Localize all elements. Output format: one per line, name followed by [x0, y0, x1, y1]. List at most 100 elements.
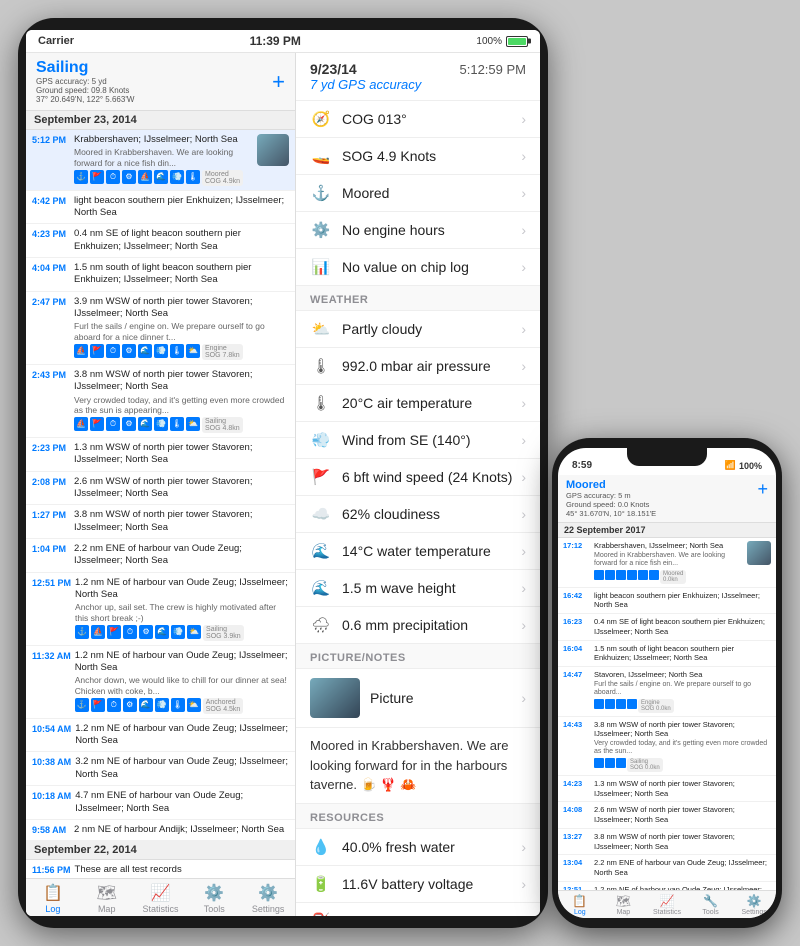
chevron-icon: › [521, 543, 526, 559]
log-item[interactable]: 10:54 AM 1.2 nm NE of harbour van Oude Z… [26, 719, 295, 753]
phone-log-item[interactable]: 12:51 1.2 nm NE of harbour van Oude Zeug… [558, 882, 776, 890]
tab-statistics[interactable]: 📈 Statistics [134, 883, 188, 914]
chevron-icon: › [521, 259, 526, 275]
sog-row[interactable]: 🚤 SOG 4.9 Knots › [296, 138, 540, 175]
phone-day-header: 22 September 2017 [558, 523, 776, 538]
phone-log-title: light beacon southern pier Enkhuizen; IJ… [594, 591, 771, 611]
cog-row[interactable]: 🧭 COG 013° › [296, 101, 540, 138]
log-item[interactable]: 2:47 PM 3.9 nm WSW of north pier tower S… [26, 292, 295, 365]
weather-wind-speed[interactable]: 🚩 6 bft wind speed (24 Knots) › [296, 459, 540, 496]
phone-log-item[interactable]: 14:23 1.3 nm WSW of north pier tower Sta… [558, 776, 776, 803]
log-item[interactable]: 5:12 PM Krabbershaven; IJsselmeer; North… [26, 130, 295, 191]
phone-log-time: 16:04 [563, 644, 591, 653]
log-item[interactable]: 9:58 AM 2 nm NE of harbour Andijk; IJsse… [26, 820, 295, 841]
battery-percentage: 100% [476, 36, 502, 47]
log-time: 11:56 PM [32, 865, 71, 875]
log-item[interactable]: 4:04 PM 1.5 nm south of light beacon sou… [26, 258, 295, 292]
chiplog-row-left: 📊 No value on chip log [310, 258, 469, 276]
wifi-icon: 📶 [725, 460, 736, 471]
phone-log-item[interactable]: 17:12 Krabbershaven, IJsselmeer; North S… [558, 538, 776, 588]
fuel-icon: ⛽ [310, 912, 332, 917]
fresh-water-icon: 💧 [310, 838, 332, 856]
tab-map[interactable]: 🗺 Map [80, 883, 134, 914]
tab-settings[interactable]: ⚙️ Settings [241, 883, 295, 914]
weather-partly-cloudy[interactable]: ⛅ Partly cloudy › [296, 311, 540, 348]
phone-add-button[interactable]: + [757, 479, 768, 500]
log-icon-engine: ⚙ [122, 170, 136, 184]
weather-cloudiness[interactable]: ☁️ 62% cloudiness › [296, 496, 540, 533]
log-content: light beacon southern pier Enkhuizen; IJ… [74, 195, 289, 220]
tab-log[interactable]: 📋 Log [26, 883, 80, 914]
phone-tab-settings[interactable]: ⚙️ Settings [732, 894, 776, 916]
phone-log-item[interactable]: 16:23 0.4 nm SE of light beacon southern… [558, 614, 776, 641]
app-title: Sailing [36, 59, 134, 77]
chiplog-row[interactable]: 📊 No value on chip log › [296, 249, 540, 286]
weather-precipitation[interactable]: 🌧 0.6 mm precipitation › [296, 607, 540, 644]
phone-battery: 100% [739, 461, 762, 471]
weather-row-left: 🌧 0.6 mm precipitation [310, 616, 468, 634]
tablet-screen: Carrier 11:39 PM 100% Sailing GPS accura… [26, 30, 540, 916]
log-item[interactable]: 4:42 PM light beacon southern pier Enkhu… [26, 191, 295, 225]
phone-icon [594, 570, 604, 580]
resource-battery[interactable]: 🔋 11.6V battery voltage › [296, 866, 540, 903]
cog-row-left: 🧭 COG 013° [310, 110, 407, 128]
log-icon: 🌊 [139, 698, 153, 712]
weather-air-temp[interactable]: 🌡 20°C air temperature › [296, 385, 540, 422]
phone-log-item[interactable]: 16:42 light beacon southern pier Enkhuiz… [558, 588, 776, 615]
engine-row[interactable]: ⚙️ No engine hours › [296, 212, 540, 249]
phone-status-right: 📶 100% [725, 460, 762, 471]
phone-log-title: 0.4 nm SE of light beacon southern pier … [594, 617, 771, 637]
log-item[interactable]: 1:04 PM 2.2 nm ENE of harbour van Oude Z… [26, 539, 295, 573]
phone-log-icons: EngineSOG 0.0kn [594, 699, 771, 713]
phone-tab-tools[interactable]: 🔧 Tools [689, 894, 733, 916]
log-item[interactable]: 10:38 AM 3.2 nm NE of harbour van Oude Z… [26, 752, 295, 786]
resource-fresh-water[interactable]: 💧 40.0% fresh water › [296, 829, 540, 866]
phone-log-item[interactable]: 16:04 1.5 nm south of light beacon south… [558, 641, 776, 668]
phone-log-item[interactable]: 14:47 Stavoren, IJsselmeer; North Sea Fu… [558, 667, 776, 717]
log-title: 2.2 nm ENE of harbour van Oude Zeug; IJs… [74, 543, 289, 568]
log-icon: ⏱ [106, 344, 120, 358]
phone-tab-statistics[interactable]: 📈 Statistics [645, 894, 689, 916]
weather-wave-height[interactable]: 🌊 1.5 m wave height › [296, 570, 540, 607]
moored-row[interactable]: ⚓ Moored › [296, 175, 540, 212]
chevron-icon: › [521, 185, 526, 201]
phone-icon [627, 699, 637, 709]
weather-air-pressure[interactable]: 🌡 992.0 mbar air pressure › [296, 348, 540, 385]
phone-log-item[interactable]: 13:04 2.2 nm ENE of harbour van Oude Zeu… [558, 855, 776, 882]
log-item[interactable]: 1:27 PM 3.8 nm WSW of north pier tower S… [26, 505, 295, 539]
log-item[interactable]: 11:32 AM 1.2 nm NE of harbour van Oude Z… [26, 646, 295, 719]
phone-tools-tab-icon: 🔧 [703, 894, 718, 908]
log-item[interactable]: 10:18 AM 4.7 nm ENE of harbour van Oude … [26, 786, 295, 820]
log-item[interactable]: 2:08 PM 2.6 nm WSW of north pier tower S… [26, 472, 295, 506]
log-time: 12:51 PM [32, 578, 71, 588]
weather-wind-dir[interactable]: 💨 Wind from SE (140°) › [296, 422, 540, 459]
phone-gps3: 45° 31.670'N, 10° 18.151'E [566, 509, 656, 518]
picture-row[interactable]: Picture › [296, 669, 540, 728]
weather-water-temp[interactable]: 🌊 14°C water temperature › [296, 533, 540, 570]
air-temp-label: 20°C air temperature [342, 395, 472, 411]
log-title: 1.5 nm south of light beacon southern pi… [74, 262, 289, 287]
log-item[interactable]: 2:23 PM 1.3 nm WSW of north pier tower S… [26, 438, 295, 472]
weather-row-left: ⛅ Partly cloudy [310, 320, 422, 338]
phone-icon [616, 699, 626, 709]
log-item[interactable]: 4:23 PM 0.4 nm SE of light beacon southe… [26, 224, 295, 258]
log-icon: ⛵ [91, 625, 105, 639]
tab-tools[interactable]: ⚙️ Tools [187, 883, 241, 914]
sog-row-left: 🚤 SOG 4.9 Knots [310, 147, 436, 165]
phone-tab-map[interactable]: 🗺 Map [602, 894, 646, 916]
phone-tab-log[interactable]: 📋 Log [558, 894, 602, 916]
resources-section-header: RESOURCES [296, 804, 540, 829]
phone-icon [605, 699, 615, 709]
phone-log-item[interactable]: 13:27 3.8 nm WSW of north pier tower Sta… [558, 829, 776, 856]
log-item[interactable]: 11:56 PM These are all test records [26, 860, 295, 878]
resource-fuel[interactable]: ⛽ 40.0% fuel › [296, 903, 540, 917]
phone-log-item[interactable]: 14:43 3.8 nm WSW of north pier tower Sta… [558, 717, 776, 776]
log-icon: ⏱ [123, 625, 137, 639]
log-item[interactable]: 12:51 PM 1.2 nm NE of harbour van Oude Z… [26, 573, 295, 646]
moored-row-left: ⚓ Moored [310, 184, 389, 202]
battery-icon [506, 36, 528, 47]
log-item[interactable]: 2:43 PM 3.8 nm WSW of north pier tower S… [26, 365, 295, 438]
log-desc: Furl the sails / engine on. We prepare o… [74, 321, 289, 341]
phone-log-item[interactable]: 14:08 2.6 nm WSW of north pier tower Sta… [558, 802, 776, 829]
add-record-button[interactable]: + [272, 69, 285, 95]
